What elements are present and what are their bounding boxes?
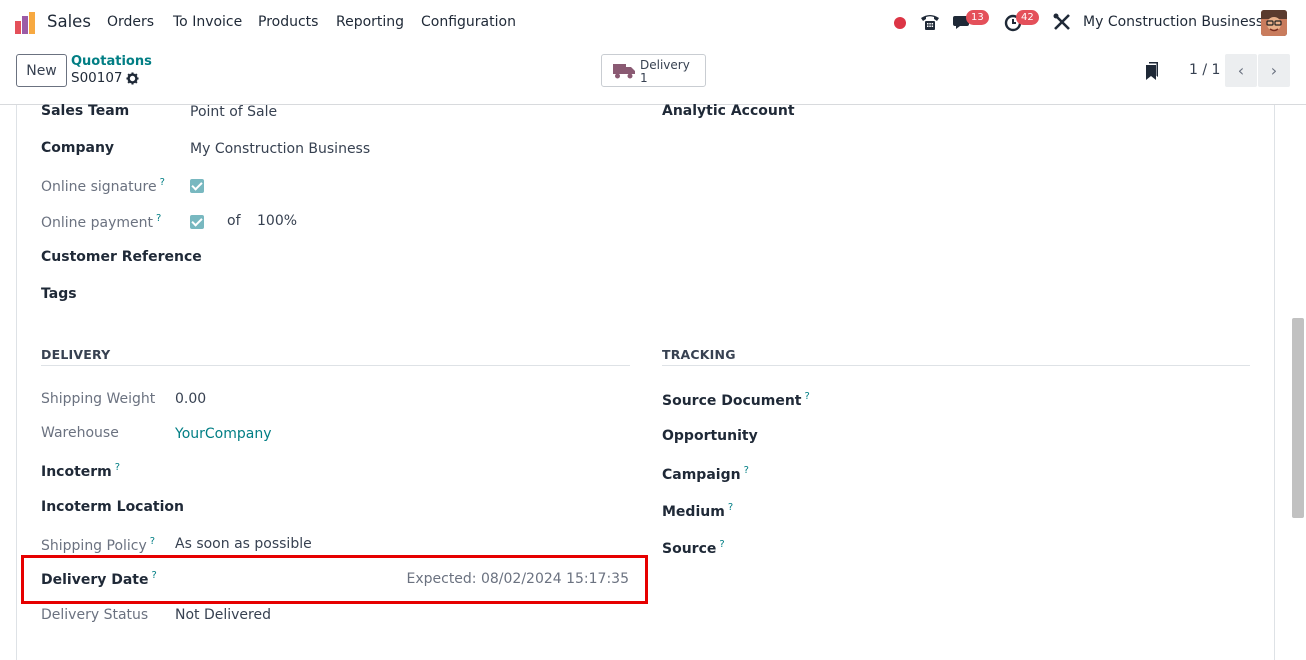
shipping-weight-label: Shipping Weight [41,391,156,407]
medium-label: Medium? [662,502,734,520]
user-avatar[interactable] [1261,10,1287,36]
messages-badge: 13 [966,10,989,25]
app-name[interactable]: Sales [47,12,91,31]
incoterm-location-label: Incoterm Location [41,499,185,515]
new-button[interactable]: New [16,54,67,87]
tracking-section-title: TRACKING [662,347,736,362]
tracking-section-divider [662,365,1250,366]
pager-value[interactable]: 1 / 1 [1189,62,1220,78]
help-icon[interactable]: ? [728,502,733,513]
delivery-section-divider [41,365,630,366]
menu-configuration[interactable]: Configuration [421,14,516,30]
company-field[interactable]: My Construction Business [190,141,370,157]
delivery-smart-button[interactable]: Delivery 1 [601,54,706,87]
sales-app-icon[interactable] [15,12,37,34]
help-icon[interactable]: ? [152,570,157,581]
scrollbar-thumb[interactable] [1292,318,1304,518]
analytic-account-label: Analytic Account [662,103,795,119]
online-payment-label: Online payment? [41,213,162,231]
sales-team-field[interactable]: Point of Sale [190,104,277,120]
help-icon[interactable]: ? [744,465,749,476]
shipping-policy-label: Shipping Policy? [41,536,156,554]
help-icon[interactable]: ? [150,536,155,547]
tags-label: Tags [41,286,77,302]
delivery-status-label: Delivery Status [41,607,149,623]
chevron-left-icon: ‹ [1237,61,1245,80]
source-document-label: Source Document? [662,391,810,409]
source-label: Source? [662,539,725,557]
phone-icon[interactable] [919,11,941,33]
warehouse-link[interactable]: YourCompany [175,426,272,442]
delivery-date-label: Delivery Date? [41,570,157,588]
recording-indicator-icon[interactable] [894,17,906,29]
customer-reference-label: Customer Reference [41,249,202,265]
help-icon[interactable]: ? [160,177,165,188]
pager-previous-button[interactable]: ‹ [1225,54,1257,87]
campaign-label: Campaign? [662,465,749,483]
tools-icon[interactable] [1051,11,1073,33]
opportunity-label: Opportunity [662,428,758,444]
gear-icon[interactable] [126,72,139,85]
warehouse-label: Warehouse [41,425,119,441]
online-payment-of-text: of [227,213,241,229]
delivery-section-title: DELIVERY [41,347,111,362]
record-name: S00107 [71,70,123,86]
truck-icon [613,64,635,79]
shipping-policy-field[interactable]: As soon as possible [175,536,312,552]
menu-products[interactable]: Products [258,14,318,30]
help-icon[interactable]: ? [115,462,120,473]
sales-team-label: Sales Team [41,103,130,119]
online-payment-checkbox[interactable] [190,215,204,229]
smart-button-count: 1 [640,71,648,85]
help-icon[interactable]: ? [805,391,810,402]
online-signature-checkbox[interactable] [190,179,204,193]
delivery-date-expected[interactable]: Expected: 08/02/2024 15:17:35 [406,571,629,587]
menu-to-invoice[interactable]: To Invoice [173,14,242,30]
company-switcher[interactable]: My Construction Business [1083,14,1263,30]
online-payment-percentage-field[interactable]: 100% [257,213,297,229]
online-signature-label: Online signature? [41,177,165,195]
smart-button-label: Delivery [640,58,690,72]
activities-badge: 42 [1016,10,1039,25]
delivery-status-value: Not Delivered [175,607,271,623]
bookmark-icon[interactable] [1146,62,1160,80]
incoterm-label: Incoterm? [41,462,121,480]
pager-next-button[interactable]: › [1258,54,1290,87]
help-icon[interactable]: ? [156,213,161,224]
breadcrumb-quotations[interactable]: Quotations [71,54,152,69]
menu-orders[interactable]: Orders [107,14,154,30]
top-navbar: Sales Orders To Invoice Products Reporti… [0,0,1306,46]
help-icon[interactable]: ? [719,539,724,550]
shipping-weight-value: 0.00 [175,391,207,407]
company-label: Company [41,140,115,156]
menu-reporting[interactable]: Reporting [336,14,404,30]
control-panel: New Quotations S00107 Delivery 1 1 / 1 ‹… [0,46,1306,105]
chevron-right-icon: › [1270,61,1278,80]
